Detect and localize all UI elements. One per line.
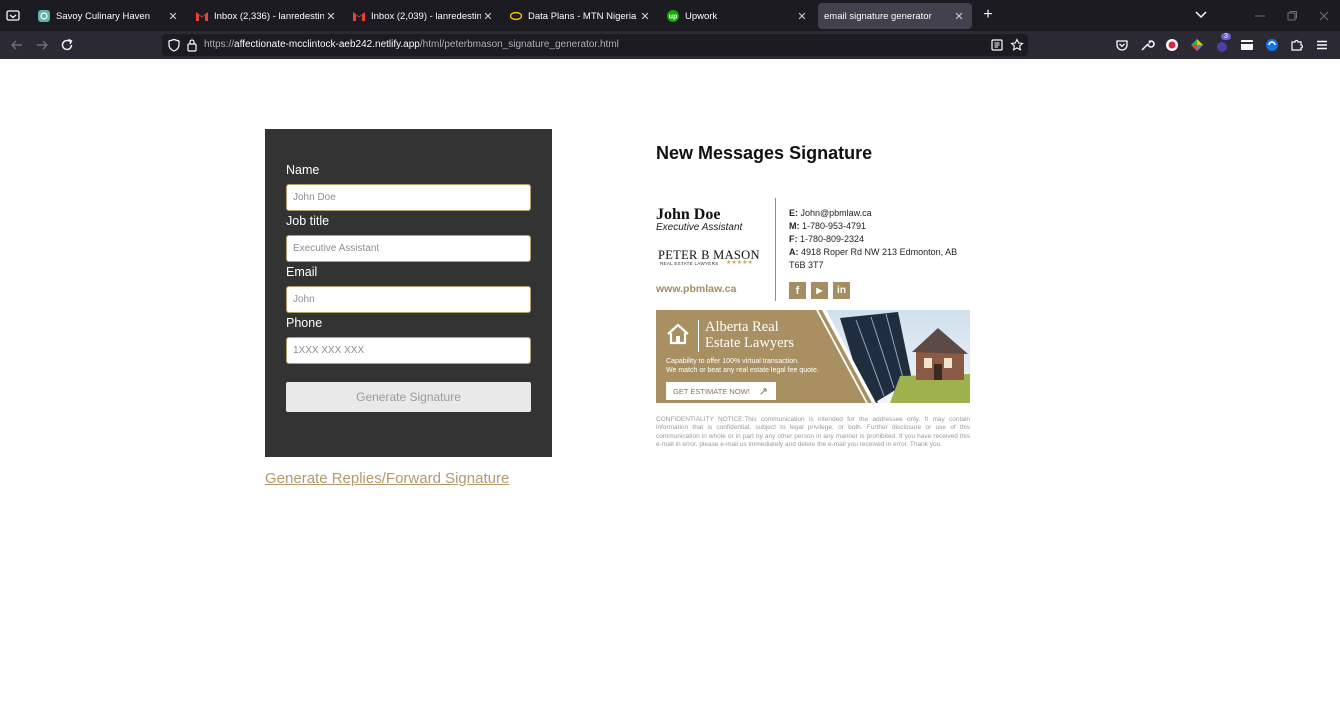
phone-input[interactable] [286,337,531,364]
close-tab-icon[interactable]: ✕ [324,9,338,23]
browser-tab-bar: Savoy Culinary Haven ✕ Inbox (2,336) - l… [0,0,1340,31]
banner-divider [698,320,699,352]
reload-icon[interactable] [59,37,75,53]
restore-window-icon[interactable] [1286,9,1298,21]
linkedin-icon[interactable]: in [833,282,850,299]
tab-title: Savoy Culinary Haven [56,10,150,22]
tab-title: Upwork [685,10,718,22]
close-tab-icon[interactable]: ✕ [481,9,495,23]
forward-arrow-icon[interactable] [34,37,50,53]
minimize-window-icon[interactable] [1254,9,1266,21]
youtube-icon[interactable]: ▶ [811,282,828,299]
tab-signature-generator[interactable]: email signature generator ✕ [818,3,972,29]
extension-card-icon[interactable] [1239,37,1255,53]
house-photo [816,310,970,403]
tab-title: email signature generator [824,10,932,22]
signature-fax-line: F: 1-780-809-2324 [789,234,865,244]
mtn-icon [510,10,522,22]
signature-heading: New Messages Signature [656,143,873,163]
confidentiality-notice: CONFIDENTIALITY NOTICE:This communicatio… [656,416,970,449]
job-title-label: Job title [286,214,330,228]
wrench-icon[interactable] [1139,37,1155,53]
bookmark-star-icon[interactable] [1010,38,1024,52]
back-arrow-icon[interactable] [9,37,25,53]
generate-replies-link[interactable]: Generate Replies/Forward Signature [265,470,509,487]
tab-upwork[interactable]: up Upwork ✕ [659,3,815,29]
tracking-shield-icon[interactable] [167,38,181,52]
signature-mobile-value: 1-780-953-4791 [802,221,867,231]
signature-role: Executive Assistant [656,222,743,233]
email-input[interactable] [286,286,531,313]
close-tab-icon[interactable]: ✕ [795,9,809,23]
generate-signature-button[interactable]: Generate Signature [286,382,531,412]
lock-icon[interactable] [186,38,198,52]
tab-title: Inbox (2,336) - lanredestiny125@ [214,10,324,22]
chevron-down-icon[interactable] [1193,8,1209,22]
close-window-icon[interactable] [1318,9,1330,21]
house-icon [666,322,690,346]
job-title-input[interactable] [286,235,531,262]
extension-badge-count: 3 [1221,33,1231,40]
peter-b-mason-logo: PETER B MASON REAL ESTATE LAWYERS ★★★★★ [658,248,760,268]
tab-savoy[interactable]: Savoy Culinary Haven ✕ [30,3,186,29]
close-tab-icon[interactable]: ✕ [638,9,652,23]
alberta-banner[interactable]: Alberta Real Estate Lawyers Capability t… [656,310,970,403]
extension-red-icon[interactable] [1164,37,1180,53]
tab-gmail-2[interactable]: Inbox (2,039) - lanredestiny125@ ✕ [345,3,501,29]
phone-label: Phone [286,316,323,330]
signature-address-line-2: T6B 3T7 [789,260,824,270]
extension-blue-icon[interactable] [1264,37,1280,53]
tab-title: Data Plans - MTN Nigeria [528,10,637,22]
get-estimate-button[interactable]: GET ESTIMATE NOW! ↗ [666,382,776,400]
upwork-icon: up [667,10,679,22]
signature-fax-value: 1-780-809-2324 [800,234,865,244]
extension-color-icon[interactable] [1189,37,1205,53]
email-label: Email [286,265,318,279]
close-tab-icon[interactable]: ✕ [166,9,180,23]
tab-mtn[interactable]: Data Plans - MTN Nigeria ✕ [502,3,658,29]
banner-title: Alberta Real Estate Lawyers [705,319,794,351]
puzzle-extensions-icon[interactable] [1289,37,1305,53]
gmail-icon [353,10,365,22]
signature-address-line: A: 4918 Roper Rd NW 213 Edmonton, AB [789,247,958,257]
browser-nav-bar: https://affectionate-mcclintock-aeb242.n… [0,31,1340,59]
signature-divider [775,198,776,301]
name-input[interactable] [286,184,531,211]
tab-title: Inbox (2,039) - lanredestiny125@ [371,10,481,22]
address-bar[interactable]: https://affectionate-mcclintock-aeb242.n… [162,34,1028,56]
logo-sub-text: REAL ESTATE LAWYERS [660,261,719,266]
facebook-icon[interactable]: f [789,282,806,299]
logo-stars: ★★★★★ [726,260,753,266]
signature-website-link[interactable]: www.pbmlaw.ca [656,283,736,295]
signature-mobile-line: M: 1-780-953-4791 [789,221,867,231]
tab-gmail-1[interactable]: Inbox (2,336) - lanredestiny125@ ✕ [188,3,344,29]
close-tab-icon[interactable]: ✕ [952,9,966,23]
signature-email-value: John@pbmlaw.ca [800,208,872,218]
url-text: https://affectionate-mcclintock-aeb242.n… [204,39,619,50]
signature-email-line: E: John@pbmlaw.ca [789,208,872,218]
new-tab-button[interactable]: + [980,7,996,23]
arrow-up-right-icon: ↗ [758,386,768,398]
extension-badge-icon[interactable]: 3 [1214,33,1231,53]
name-label: Name [286,163,320,177]
svg-text:up: up [669,14,678,21]
gmail-icon [196,10,208,22]
signature-address-value: 4918 Roper Rd NW 213 Edmonton, AB [801,247,958,257]
reader-view-icon[interactable] [990,38,1004,52]
pocket-icon[interactable] [1114,37,1130,53]
signature-form-panel: Name Job title Email Phone Generate Sign… [265,129,552,457]
banner-tagline: Capability to offer 100% virtual transac… [666,358,819,374]
list-all-tabs-icon[interactable] [5,7,21,23]
globe-icon [38,10,50,22]
hamburger-menu-icon[interactable] [1314,37,1330,53]
